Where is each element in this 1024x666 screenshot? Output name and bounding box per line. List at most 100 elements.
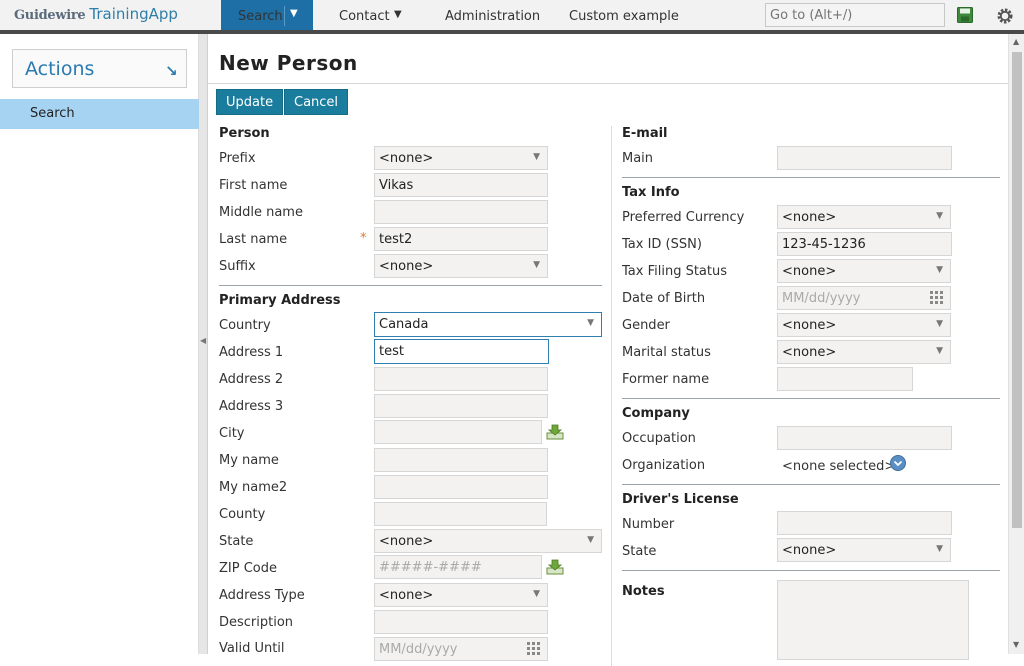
chevron-down-icon: ▼ [936, 265, 943, 275]
currency-value: <none> [782, 210, 837, 225]
column-divider [611, 126, 612, 666]
state-value: <none> [379, 534, 434, 549]
address-type-value: <none> [379, 588, 434, 603]
tab-search-label: Search [238, 9, 283, 24]
chevron-down-icon: ▼ [936, 544, 943, 554]
scrollbar-thumb[interactable] [1012, 52, 1022, 528]
app-logo[interactable]: Guidewire TrainingApp [14, 5, 178, 25]
divider [622, 177, 1000, 178]
chevron-down-icon: ▼ [936, 319, 943, 329]
tab-custom-example[interactable]: Custom example [569, 9, 679, 24]
brand-name: Guidewire [14, 8, 86, 23]
vertical-scrollbar[interactable]: ▲ ▼ [1008, 34, 1024, 654]
state-label: State [219, 534, 254, 549]
first-name-field[interactable]: Vikas [374, 173, 548, 197]
tab-contact[interactable]: Contact [339, 9, 390, 24]
country-select[interactable]: Canada ▼ [374, 312, 602, 337]
organization-label: Organization [622, 458, 706, 473]
suffix-value: <none> [379, 259, 434, 274]
calendar-icon[interactable] [930, 291, 944, 305]
description-field[interactable] [374, 610, 548, 634]
zip-label: ZIP Code [219, 561, 277, 576]
my-name2-field[interactable] [374, 475, 548, 499]
country-value: Canada [379, 317, 429, 332]
divider [622, 484, 1000, 485]
cancel-button[interactable]: Cancel [284, 89, 349, 115]
sidebar: Actions ↘ Search [0, 34, 199, 654]
chevron-down-icon: ▼ [533, 152, 540, 162]
gender-label: Gender [622, 318, 670, 333]
chevron-down-icon: ▼ [533, 589, 540, 599]
last-name-field[interactable]: test2 [374, 227, 548, 251]
section-title-email: E-mail [622, 126, 668, 141]
notes-textarea[interactable] [777, 580, 969, 660]
email-main-field[interactable] [777, 146, 952, 170]
goto-input[interactable] [765, 3, 945, 27]
state-select[interactable]: <none> ▼ [374, 529, 602, 553]
middle-name-label: Middle name [219, 205, 303, 220]
gender-value: <none> [782, 318, 837, 333]
my-name-label: My name [219, 453, 279, 468]
prefix-select[interactable]: <none> ▼ [374, 146, 548, 170]
autofill-icon[interactable] [546, 424, 564, 440]
section-title-drivers-license: Driver's License [622, 492, 739, 507]
page-title: New Person [219, 51, 358, 75]
address-type-label: Address Type [219, 588, 305, 603]
divider [208, 83, 1008, 84]
divider [622, 570, 1000, 571]
license-number-field[interactable] [777, 511, 952, 535]
zip-field[interactable]: #####-#### [374, 555, 542, 579]
license-number-label: Number [622, 517, 675, 532]
description-label: Description [219, 615, 294, 630]
county-field[interactable] [374, 502, 547, 526]
chevron-down-icon: ▼ [936, 346, 943, 356]
city-field[interactable] [374, 420, 542, 444]
dob-placeholder: MM/dd/yyyy [782, 291, 861, 306]
valid-until-field[interactable]: MM/dd/yyyy [374, 637, 548, 661]
save-icon[interactable] [957, 7, 973, 23]
middle-name-field[interactable] [374, 200, 548, 224]
city-label: City [219, 426, 245, 441]
autofill-icon[interactable] [546, 559, 564, 575]
divider [219, 285, 602, 286]
tax-id-field[interactable]: 123-45-1236 [777, 232, 952, 256]
suffix-select[interactable]: <none> ▼ [374, 254, 548, 278]
marital-select[interactable]: <none> ▼ [777, 340, 951, 364]
address1-field[interactable]: test [374, 339, 549, 364]
prefix-value: <none> [379, 151, 434, 166]
address2-field[interactable] [374, 367, 548, 391]
license-state-value: <none> [782, 543, 837, 558]
picker-dropdown-icon[interactable] [890, 455, 906, 471]
my-name-field[interactable] [374, 448, 548, 472]
tab-search[interactable]: Search ▼ [221, 0, 313, 31]
collapse-left-icon[interactable]: ◀ [200, 336, 206, 345]
gender-select[interactable]: <none> ▼ [777, 313, 951, 337]
tax-id-label: Tax ID (SSN) [622, 237, 702, 252]
license-state-select[interactable]: <none> ▼ [777, 538, 951, 562]
address-type-select[interactable]: <none> ▼ [374, 583, 548, 607]
scroll-up-icon[interactable]: ▲ [1013, 37, 1019, 46]
filing-status-select[interactable]: <none> ▼ [777, 259, 951, 283]
update-button[interactable]: Update [216, 89, 284, 115]
chevron-down-icon: ▼ [936, 211, 943, 221]
gear-icon[interactable] [996, 7, 1014, 25]
scroll-down-icon[interactable]: ▼ [1013, 640, 1019, 649]
app-name: TrainingApp [89, 5, 178, 23]
sidebar-splitter[interactable]: ◀ [199, 34, 208, 654]
prefix-label: Prefix [219, 151, 256, 166]
former-name-field[interactable] [777, 367, 913, 391]
address3-field[interactable] [374, 394, 548, 418]
address2-label: Address 2 [219, 372, 284, 387]
sidebar-item-search[interactable]: Search [0, 99, 199, 129]
tab-administration[interactable]: Administration [445, 9, 540, 24]
top-bar: Guidewire TrainingApp Search ▼ Contact ▼ … [0, 0, 1024, 34]
dob-field[interactable]: MM/dd/yyyy [777, 286, 951, 310]
currency-select[interactable]: <none> ▼ [777, 205, 951, 229]
actions-button[interactable]: Actions ↘ [12, 49, 187, 88]
tab-search-dropdown[interactable]: ▼ [284, 6, 304, 26]
occupation-field[interactable] [777, 426, 952, 450]
suffix-label: Suffix [219, 259, 256, 274]
chevron-down-icon[interactable]: ▼ [394, 9, 402, 20]
address3-label: Address 3 [219, 399, 284, 414]
valid-until-placeholder: MM/dd/yyyy [379, 642, 458, 657]
